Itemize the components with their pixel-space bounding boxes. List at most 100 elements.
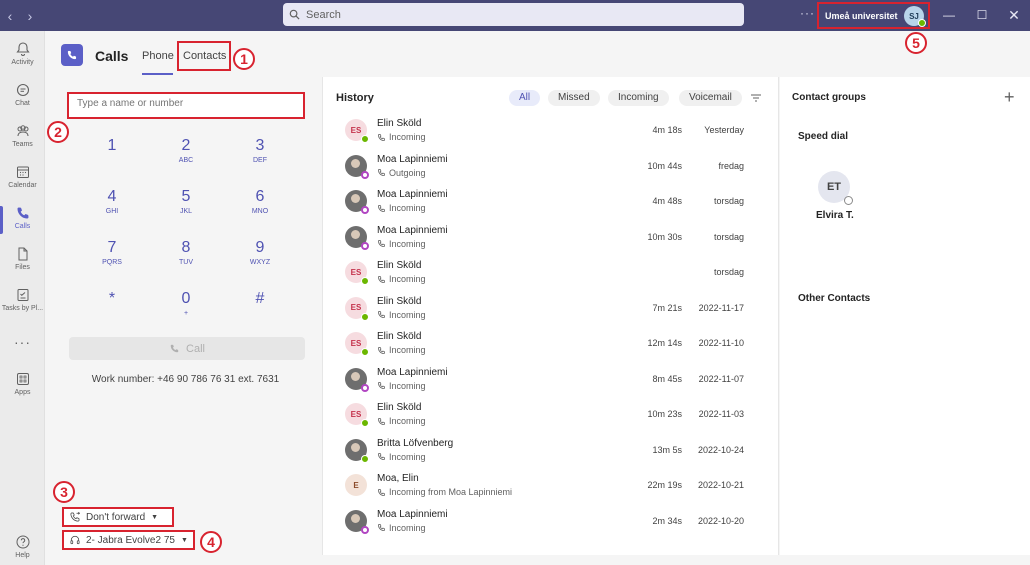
other-contacts-heading: Other Contacts [798, 293, 871, 304]
search-box[interactable]: Search [283, 3, 744, 26]
tab-contacts[interactable]: Contacts [183, 50, 226, 62]
key-letters: + [183, 310, 189, 317]
rail-item-calls[interactable]: Calls [0, 203, 45, 243]
presence-icon [361, 241, 369, 250]
call-direction-label: Incoming [389, 380, 426, 391]
call-date: torsdag [713, 196, 744, 206]
minimize-icon[interactable]: — [934, 4, 964, 26]
history-row[interactable]: Moa Lapinniemi Incoming 10m 30s torsdag [323, 220, 778, 255]
dial-key-6[interactable]: 6 MNO [235, 188, 285, 228]
key-digit: 6 [255, 188, 265, 205]
call-direction-icon [378, 488, 385, 496]
key-letters: PQRS [102, 259, 122, 266]
call-direction: Incoming [377, 203, 426, 213]
rail-item-help[interactable]: Help [0, 532, 45, 565]
history-row[interactable]: Moa Lapinniemi Incoming 2m 34s 2022-10-20 [323, 504, 778, 539]
bottom-strip [45, 555, 1030, 565]
key-digit: 1 [107, 137, 117, 154]
speed-dial-heading: Speed dial [798, 131, 849, 142]
avatar [345, 509, 369, 534]
rail-item-apps[interactable]: Apps [0, 369, 45, 409]
close-icon[interactable]: ✕ [999, 4, 1029, 26]
call-direction: Incoming [377, 523, 426, 533]
rail-item-tasks[interactable]: Tasks by Pl... [0, 285, 45, 325]
presence-icon [361, 454, 369, 463]
call-button[interactable]: Call [69, 337, 305, 360]
caller-name: Elin Sköld [377, 331, 422, 342]
key-digit: 0 [181, 290, 191, 307]
user-avatar[interactable]: SJ [904, 6, 926, 27]
dial-key-2[interactable]: 2 ABC [161, 137, 211, 177]
key-letters: MNO [251, 208, 269, 215]
add-icon[interactable]: + [1004, 87, 1015, 108]
audio-device-dropdown[interactable]: 2- Jabra Evolve2 75 ▼ [62, 530, 195, 550]
key-digit: 9 [255, 239, 265, 256]
history-row[interactable]: ES Elin Sköld Incoming torsdag [323, 255, 778, 290]
dial-key-star[interactable]: * [87, 290, 137, 330]
history-row[interactable]: ES Elin Sköld Incoming 10m 23s 2022-11-03 [323, 397, 778, 432]
call-direction: Incoming [377, 381, 426, 391]
history-row[interactable]: E Moa, Elin Incoming from Moa Lapinniemi 22… [323, 468, 778, 503]
call-date: torsdag [713, 267, 744, 277]
dial-key-9[interactable]: 9 WXYZ [235, 239, 285, 279]
filter-missed[interactable]: Missed [548, 90, 600, 106]
avatar: E [345, 474, 367, 496]
history-row[interactable]: ES Elin Sköld Incoming 12m 14s 2022-11-10 [323, 326, 778, 361]
rail-item-files[interactable]: Files [0, 244, 45, 284]
back-arrow-icon[interactable]: ‹ [0, 0, 20, 31]
key-letters: JKL [179, 208, 193, 215]
calendar-icon [16, 166, 29, 178]
key-letters: DEF [253, 157, 267, 164]
history-row[interactable]: Moa Lapinniemi Outgoing 10m 44s fredag [323, 149, 778, 184]
dial-key-4[interactable]: 4 GHI [87, 188, 137, 228]
calls-app-icon [61, 44, 83, 66]
forward-arrow-icon[interactable]: › [20, 0, 40, 31]
chat-icon [16, 83, 29, 97]
avatar-initials: ES [350, 125, 362, 135]
dial-key-7[interactable]: 7 PQRS [87, 239, 137, 279]
call-direction-icon [378, 453, 385, 460]
tab-phone[interactable]: Phone [142, 50, 174, 62]
key-digit: 7 [107, 239, 117, 256]
history-row[interactable]: ES Elin Sköld Incoming 7m 21s 2022-11-17 [323, 291, 778, 326]
call-duration: 13m 5s [652, 444, 682, 455]
dial-key-8[interactable]: 8 TUV [161, 239, 211, 279]
history-row[interactable]: Britta Löfvenberg Incoming 13m 5s 2022-10-2… [323, 433, 778, 468]
filter-incoming[interactable]: Incoming [608, 90, 669, 106]
call-direction-label: Incoming [389, 522, 426, 533]
history-title: History [336, 92, 374, 104]
history-row[interactable]: Moa Lapinniemi Incoming 4m 48s torsdag [323, 184, 778, 219]
dial-key-3[interactable]: 3 DEF [235, 137, 285, 177]
rail-item-calendar[interactable]: Calendar [0, 162, 45, 202]
org-account-switcher[interactable]: Umeå universitet SJ [817, 2, 930, 29]
title-bar: ‹ › Search ··· Umeå universitet SJ — ☐ ✕ [0, 0, 1030, 31]
rail-item-activity[interactable]: Activity [0, 39, 45, 79]
dial-key-0[interactable]: 0 + [161, 290, 211, 330]
contact-name[interactable]: Elvira T. [816, 210, 854, 221]
number-input-box[interactable] [67, 92, 305, 119]
dial-key-5[interactable]: 5 JKL [161, 188, 211, 228]
dial-key-hash[interactable]: # [235, 290, 285, 330]
dial-key-1[interactable]: 1 [87, 137, 137, 177]
call-forward-dropdown[interactable]: Don't forward ▼ [62, 507, 174, 527]
rail-item-teams[interactable]: Teams [0, 121, 45, 161]
maximize-icon[interactable]: ☐ [967, 4, 997, 26]
rail-label: Calls [14, 223, 31, 230]
call-direction-label: Incoming [389, 203, 426, 213]
call-date: 2022-11-07 [698, 373, 744, 384]
more-apps-icon[interactable]: ··· [0, 332, 45, 372]
rail-item-chat[interactable]: Chat [0, 80, 45, 120]
dial-pad-panel: 1 2 ABC 3 DEF 4 GHI 5 JKL 6 MNO 7 PQRS 8 TUV 9 W… [58, 77, 320, 555]
history-row[interactable]: ES Elin Sköld Incoming 4m 18s Yesterday [323, 113, 778, 148]
filter-all[interactable]: All [509, 90, 541, 106]
presence-icon [361, 135, 369, 143]
number-input[interactable] [77, 98, 297, 109]
filter-icon[interactable] [750, 92, 762, 104]
app-rail: Activity Chat Teams Calendar Calls Files… [0, 31, 45, 565]
contact-initials: ET [826, 181, 842, 193]
avatar-initials: ES [350, 338, 362, 348]
more-options-icon[interactable]: ··· [800, 6, 815, 20]
history-row[interactable]: Moa Lapinniemi Incoming 8m 45s 2022-11-07 [323, 362, 778, 397]
filter-voicemail[interactable]: Voicemail [679, 90, 742, 106]
contact-avatar[interactable]: ET [818, 171, 853, 205]
